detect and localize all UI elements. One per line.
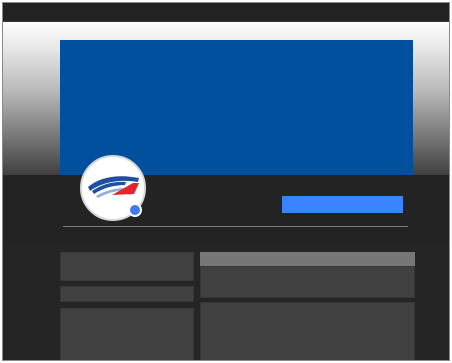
sidebar-card[interactable] — [60, 308, 194, 360]
main-card[interactable] — [200, 266, 415, 298]
top-bar — [3, 3, 449, 22]
sidebar-card[interactable] — [60, 286, 194, 302]
main-card[interactable] — [200, 302, 415, 360]
section-divider — [63, 226, 408, 227]
app-window — [2, 2, 450, 361]
sidebar-card[interactable] — [60, 252, 194, 281]
status-dot-icon — [128, 203, 142, 217]
action-button[interactable] — [282, 196, 403, 213]
main-panel-header — [200, 252, 415, 266]
